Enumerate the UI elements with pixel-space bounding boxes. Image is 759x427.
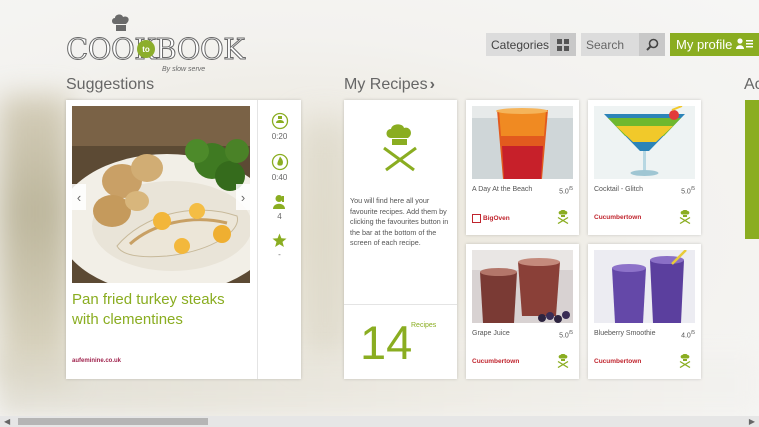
chef-cutlery-icon xyxy=(679,210,691,224)
cook-time-value: 0:40 xyxy=(271,173,288,182)
servings-value: 4 xyxy=(277,212,282,221)
next-arrow-icon[interactable]: › xyxy=(236,184,250,210)
recipe-source: Cucumbertown xyxy=(472,358,520,365)
recipe-name: Blueberry Smoothie xyxy=(594,330,656,337)
bigoven-logo-icon xyxy=(472,214,481,223)
recipe-rating-value: 5.0 xyxy=(559,188,569,196)
recipe-source: Cucumbertown xyxy=(594,214,642,221)
my-recipes-heading[interactable]: My Recipes › xyxy=(344,76,435,94)
servings-icon xyxy=(272,195,285,209)
horizontal-scrollbar[interactable]: ◀ ▶ xyxy=(0,416,759,427)
chef-hat-cutlery-icon xyxy=(383,124,417,172)
recipe-card[interactable]: Grape Juice 5.0/5 Cucumbertown xyxy=(466,244,579,379)
recipe-source-logo: BigOven xyxy=(472,214,510,223)
my-profile-button[interactable]: My profile xyxy=(670,33,759,56)
chef-hat-icon xyxy=(112,14,129,31)
chevron-right-icon: › xyxy=(429,76,435,93)
recipe-name: Cocktail - Glitch xyxy=(594,186,644,193)
suggestion-card[interactable]: ‹ › Pan fried turkey steaks with clement… xyxy=(66,100,301,379)
app-logo: COOKBOOK to By slow serve xyxy=(65,14,245,73)
prep-time-value: 0:20 xyxy=(271,132,288,141)
categories-label: Categories xyxy=(491,37,550,52)
recipe-rating-max: /5 xyxy=(690,186,695,192)
suggestion-photo: ‹ › xyxy=(72,106,250,283)
recipe-photo xyxy=(472,250,573,323)
recipe-count-label: Recipes xyxy=(411,322,437,329)
recipe-rating-value: 4.0 xyxy=(681,332,691,340)
chef-cutlery-icon xyxy=(557,210,569,224)
suggestion-source-logo: aufeminine.co.uk xyxy=(72,358,122,364)
recipe-card[interactable]: A Day At the Beach 5.0/5 BigOven xyxy=(466,100,579,235)
recipe-rating-max: /5 xyxy=(568,330,573,336)
next-section-heading: Ac xyxy=(744,76,759,93)
recipe-card[interactable]: Cocktail - Glitch 5.0/5 Cucumbertown xyxy=(588,100,701,235)
user-list-icon xyxy=(736,36,753,54)
recipe-source: BigOven xyxy=(483,215,510,222)
prep-time-stat: 0:20 xyxy=(271,112,289,141)
rating-stat: - xyxy=(272,233,287,259)
recipe-count: 14 xyxy=(360,316,413,369)
cook-time-stat: 0:40 xyxy=(271,153,289,182)
recipe-photo xyxy=(594,106,695,179)
profile-label: My profile xyxy=(676,37,733,52)
recipe-rating: 5.0/5 xyxy=(559,186,573,195)
intro-description: You will find here all your favourite re… xyxy=(350,196,449,248)
logo-text: COOKBOOK xyxy=(65,32,245,67)
prep-time-icon xyxy=(271,112,288,130)
recipe-source: Cucumbertown xyxy=(594,358,642,365)
suggestion-stats: 0:20 0:40 4 - xyxy=(257,100,301,379)
previous-arrow-icon[interactable]: ‹ xyxy=(72,184,86,210)
next-section-tile[interactable] xyxy=(745,100,759,239)
recipe-card[interactable]: Blueberry Smoothie 4.0/5 Cucumbertown xyxy=(588,244,701,379)
logo-byline: By slow serve xyxy=(162,66,206,73)
recipe-name: A Day At the Beach xyxy=(472,186,533,193)
search-box xyxy=(581,33,665,56)
categories-button[interactable]: Categories xyxy=(486,33,576,56)
recipe-name: Grape Juice xyxy=(472,330,510,337)
recipe-rating: 5.0/5 xyxy=(559,330,573,339)
star-icon xyxy=(272,233,287,247)
scroll-right-icon[interactable]: ▶ xyxy=(749,416,755,427)
search-icon[interactable] xyxy=(639,33,665,56)
search-input[interactable] xyxy=(581,33,639,56)
chef-cutlery-icon xyxy=(557,354,569,368)
recipe-rating-max: /5 xyxy=(568,186,573,192)
scrollbar-thumb[interactable] xyxy=(18,418,208,425)
recipe-photo xyxy=(594,250,695,323)
background-blur xyxy=(300,120,350,360)
scroll-left-icon[interactable]: ◀ xyxy=(4,416,10,427)
grid-icon xyxy=(550,33,576,56)
suggestions-heading: Suggestions xyxy=(66,76,155,93)
recipe-rating-max: /5 xyxy=(690,330,695,336)
background-blur xyxy=(0,95,70,385)
my-recipes-intro-card[interactable]: You will find here all your favourite re… xyxy=(344,100,457,379)
logo-to-badge: to xyxy=(137,40,155,58)
suggestion-title[interactable]: Pan fried turkey steaks with clementines xyxy=(72,290,250,330)
rating-value: - xyxy=(278,250,281,259)
recipe-rating: 5.0/5 xyxy=(681,186,695,195)
recipe-photo xyxy=(472,106,573,179)
recipe-rating: 4.0/5 xyxy=(681,330,695,339)
recipe-rating-value: 5.0 xyxy=(559,332,569,340)
chef-cutlery-icon xyxy=(679,354,691,368)
servings-stat: 4 xyxy=(272,194,287,221)
recipe-rating-value: 5.0 xyxy=(681,188,691,196)
intro-top: You will find here all your favourite re… xyxy=(344,100,457,305)
my-recipes-label: My Recipes xyxy=(344,76,428,93)
cook-time-icon xyxy=(271,153,288,171)
